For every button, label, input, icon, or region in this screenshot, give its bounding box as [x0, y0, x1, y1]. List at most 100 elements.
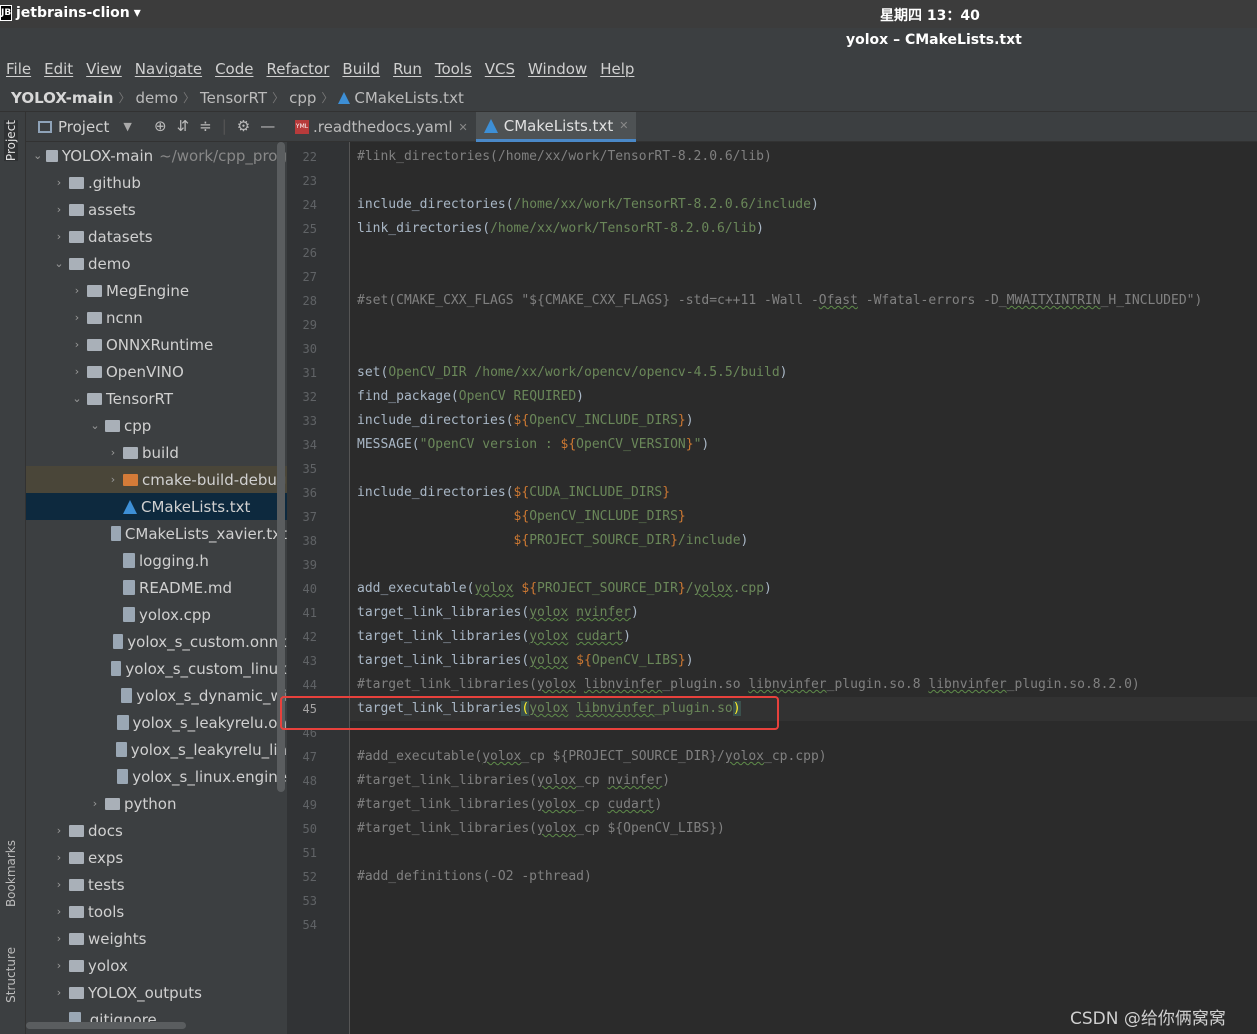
- menu-build[interactable]: Build: [342, 60, 380, 78]
- app-menu[interactable]: JB jetbrains-clion ▾: [0, 5, 141, 21]
- bookmarks-tool-button[interactable]: Bookmarks: [4, 840, 18, 907]
- collapse-all-icon[interactable]: ≑: [199, 117, 212, 135]
- system-clock[interactable]: 星期四 13：40: [880, 5, 980, 25]
- chevron-right-icon[interactable]: ›: [52, 932, 66, 945]
- tree-item[interactable]: › datasets: [26, 223, 287, 250]
- chevron-right-icon[interactable]: ›: [70, 311, 84, 324]
- chevron-down-icon[interactable]: ⌄: [88, 419, 102, 432]
- code-line[interactable]: #link_directories(/home/xx/work/TensorRT…: [357, 145, 772, 169]
- tree-item[interactable]: yolox_s_custom_linux: [26, 655, 287, 682]
- tree-item[interactable]: › cmake-build-debug: [26, 466, 287, 493]
- tree-item[interactable]: › python: [26, 790, 287, 817]
- tree-horizontal-scrollbar[interactable]: [26, 1022, 186, 1029]
- tree-item[interactable]: CMakeLists.txt: [26, 493, 287, 520]
- code-line[interactable]: set(OpenCV_DIR /home/xx/work/opencv/open…: [357, 361, 788, 385]
- tree-item[interactable]: ⌄ YOLOX-main ~/work/cpp_prog: [26, 142, 287, 169]
- chevron-right-icon[interactable]: ›: [70, 338, 84, 351]
- code-line[interactable]: ${PROJECT_SOURCE_DIR}/include): [357, 529, 749, 553]
- tree-item[interactable]: › tools: [26, 898, 287, 925]
- chevron-down-icon[interactable]: ⌄: [52, 257, 66, 270]
- code-line[interactable]: #set(CMAKE_CXX_FLAGS "${CMAKE_CXX_FLAGS}…: [357, 289, 1202, 313]
- chevron-down-icon[interactable]: ▼: [123, 120, 131, 133]
- menu-vcs[interactable]: VCS: [485, 60, 515, 78]
- breadcrumb-cpp[interactable]: cpp: [289, 89, 316, 107]
- code-line[interactable]: find_package(OpenCV REQUIRED): [357, 385, 584, 409]
- breadcrumb-tensorrt[interactable]: TensorRT: [200, 89, 267, 107]
- tree-item[interactable]: README.md: [26, 574, 287, 601]
- chevron-down-icon[interactable]: ⌄: [32, 149, 43, 162]
- code-line[interactable]: include_directories(${OpenCV_INCLUDE_DIR…: [357, 409, 694, 433]
- tree-item[interactable]: yolox_s_dynamic_wi: [26, 682, 287, 709]
- tree-item[interactable]: › weights: [26, 925, 287, 952]
- tree-item[interactable]: › MegEngine: [26, 277, 287, 304]
- code-line[interactable]: target_link_libraries(yolox nvinfer): [357, 601, 639, 625]
- code-line[interactable]: link_directories(/home/xx/work/TensorRT-…: [357, 217, 764, 241]
- tree-item[interactable]: › yolox: [26, 952, 287, 979]
- code-line[interactable]: #add_definitions(-O2 -pthread): [357, 865, 592, 889]
- line-number-gutter[interactable]: 22 23 24 25 26 27 28 29 30 31 32 33 34 35 36 37 38 39 40 41…: [287, 142, 350, 1034]
- close-icon[interactable]: ✕: [459, 121, 468, 134]
- menu-tools[interactable]: Tools: [435, 60, 472, 78]
- code-line[interactable]: MESSAGE("OpenCV version : ${OpenCV_VERSI…: [357, 433, 709, 457]
- chevron-right-icon[interactable]: ›: [52, 878, 66, 891]
- chevron-right-icon[interactable]: ›: [106, 446, 120, 459]
- chevron-right-icon[interactable]: ›: [70, 365, 84, 378]
- tab-cmakelists[interactable]: CMakeLists.txt ✕: [475, 112, 637, 142]
- menu-view[interactable]: View: [86, 60, 122, 78]
- structure-tool-button[interactable]: Structure: [4, 947, 18, 1003]
- chevron-right-icon[interactable]: ›: [88, 797, 102, 810]
- chevron-right-icon[interactable]: ›: [52, 824, 66, 837]
- menu-window[interactable]: Window: [528, 60, 587, 78]
- tree-item[interactable]: › ONNXRuntime: [26, 331, 287, 358]
- code-line[interactable]: #target_link_libraries(yolox_cp cudart): [357, 793, 662, 817]
- code-line[interactable]: target_link_libraries(yolox cudart): [357, 625, 631, 649]
- chevron-right-icon[interactable]: ›: [52, 176, 66, 189]
- minimize-icon[interactable]: —: [260, 117, 275, 135]
- menu-run[interactable]: Run: [393, 60, 422, 78]
- menu-help[interactable]: Help: [600, 60, 634, 78]
- menu-navigate[interactable]: Navigate: [135, 60, 202, 78]
- tree-item[interactable]: yolox_s_leakyrelu.on: [26, 709, 287, 736]
- code-line[interactable]: #target_link_libraries(yolox libnvinfer_…: [357, 673, 1140, 697]
- close-icon[interactable]: ✕: [619, 119, 628, 132]
- breadcrumb-file[interactable]: CMakeLists.txt: [354, 89, 463, 107]
- tree-item[interactable]: yolox_s_custom.onnx: [26, 628, 287, 655]
- tree-item[interactable]: yolox.cpp: [26, 601, 287, 628]
- tree-item[interactable]: › exps: [26, 844, 287, 871]
- tree-item[interactable]: CMakeLists_xavier.txt: [26, 520, 287, 547]
- code-line[interactable]: include_directories(${CUDA_INCLUDE_DIRS}: [357, 481, 670, 505]
- tree-item[interactable]: › build: [26, 439, 287, 466]
- chevron-right-icon[interactable]: ›: [70, 284, 84, 297]
- tree-item[interactable]: › OpenVINO: [26, 358, 287, 385]
- tree-item[interactable]: › ncnn: [26, 304, 287, 331]
- code-line[interactable]: include_directories(/home/xx/work/Tensor…: [357, 193, 819, 217]
- tree-item[interactable]: yolox_s_linux.engine: [26, 763, 287, 790]
- code-line[interactable]: add_executable(yolox ${PROJECT_SOURCE_DI…: [357, 577, 772, 601]
- tree-item[interactable]: ⌄ TensorRT: [26, 385, 287, 412]
- breadcrumb-project[interactable]: YOLOX-main: [11, 89, 113, 107]
- tree-item[interactable]: ⌄ demo: [26, 250, 287, 277]
- gear-icon[interactable]: ⚙: [237, 117, 250, 135]
- tree-item[interactable]: › assets: [26, 196, 287, 223]
- chevron-right-icon[interactable]: ›: [52, 851, 66, 864]
- menu-file[interactable]: File: [6, 60, 31, 78]
- locate-icon[interactable]: ⊕: [154, 117, 167, 135]
- menu-code[interactable]: Code: [215, 60, 253, 78]
- code-line[interactable]: ${OpenCV_INCLUDE_DIRS}: [357, 505, 686, 529]
- tree-item[interactable]: › YOLOX_outputs: [26, 979, 287, 1006]
- code-line[interactable]: #target_link_libraries(yolox_cp nvinfer): [357, 769, 670, 793]
- chevron-right-icon[interactable]: ›: [106, 473, 120, 486]
- chevron-right-icon[interactable]: ›: [52, 986, 66, 999]
- code-line[interactable]: #add_executable(yolox_cp ${PROJECT_SOURC…: [357, 745, 827, 769]
- expand-all-icon[interactable]: ⇵: [177, 117, 190, 135]
- tree-item[interactable]: › docs: [26, 817, 287, 844]
- tab-readthedocs[interactable]: YML .readthedocs.yaml ✕: [287, 112, 476, 142]
- chevron-right-icon[interactable]: ›: [52, 230, 66, 243]
- project-panel-title[interactable]: Project: [58, 118, 109, 136]
- chevron-right-icon[interactable]: ›: [52, 203, 66, 216]
- chevron-right-icon[interactable]: ›: [52, 905, 66, 918]
- breadcrumb-demo[interactable]: demo: [135, 89, 178, 107]
- chevron-right-icon[interactable]: ›: [52, 959, 66, 972]
- chevron-down-icon[interactable]: ⌄: [70, 392, 84, 405]
- menu-edit[interactable]: Edit: [44, 60, 73, 78]
